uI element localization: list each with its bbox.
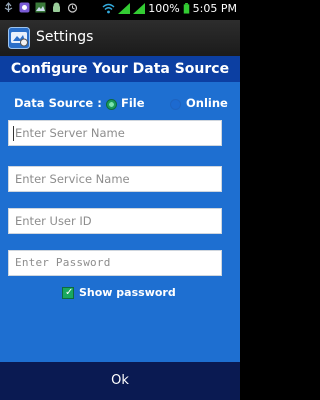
usb-icon [4, 2, 13, 12]
server-name-input[interactable]: Enter Server Name [8, 120, 222, 146]
page-title: Settings [36, 29, 94, 45]
password-placeholder: Enter Password [15, 256, 111, 269]
app-notification-icon [19, 2, 30, 13]
signal-icon [118, 3, 131, 14]
battery-icon [183, 3, 189, 14]
radio-online[interactable] [170, 99, 181, 110]
service-name-placeholder: Enter Service Name [15, 172, 130, 186]
text-cursor [13, 126, 14, 141]
checkmark-icon: ✓ [65, 287, 74, 298]
action-bar: Settings [0, 20, 240, 57]
service-name-input[interactable]: Enter Service Name [8, 166, 222, 192]
android-icon [53, 2, 60, 12]
status-indicators: 100% 5:05 PM [102, 2, 237, 15]
ok-label: Ok [111, 373, 129, 388]
alarm-icon [67, 3, 78, 13]
radio-online-label[interactable]: Online [186, 96, 228, 110]
wifi-icon [102, 3, 115, 14]
user-id-input[interactable]: Enter User ID [8, 208, 222, 234]
signal-2-icon [133, 3, 146, 14]
form-heading: Configure Your Data Source [0, 56, 240, 82]
data-source-label: Data Source : [14, 96, 102, 110]
app-logo-icon[interactable] [8, 27, 30, 49]
show-password-checkbox[interactable]: ✓ [62, 287, 74, 299]
password-input[interactable]: Enter Password [8, 250, 222, 276]
show-password-label[interactable]: Show password [79, 286, 176, 299]
user-id-placeholder: Enter User ID [15, 214, 92, 228]
notification-icons [3, 2, 78, 13]
radio-file-label[interactable]: File [121, 96, 145, 110]
battery-percent: 100% [148, 2, 180, 15]
ok-button[interactable]: Ok [0, 362, 240, 400]
gallery-icon [35, 2, 46, 13]
clock: 5:05 PM [192, 2, 237, 15]
data-source-row: Data Source : File Online [14, 96, 234, 112]
settings-form: Configure Your Data Source Data Source :… [0, 56, 240, 362]
radio-file[interactable] [106, 99, 117, 110]
server-name-placeholder: Enter Server Name [15, 126, 125, 140]
status-bar: 100% 5:05 PM [0, 0, 240, 20]
